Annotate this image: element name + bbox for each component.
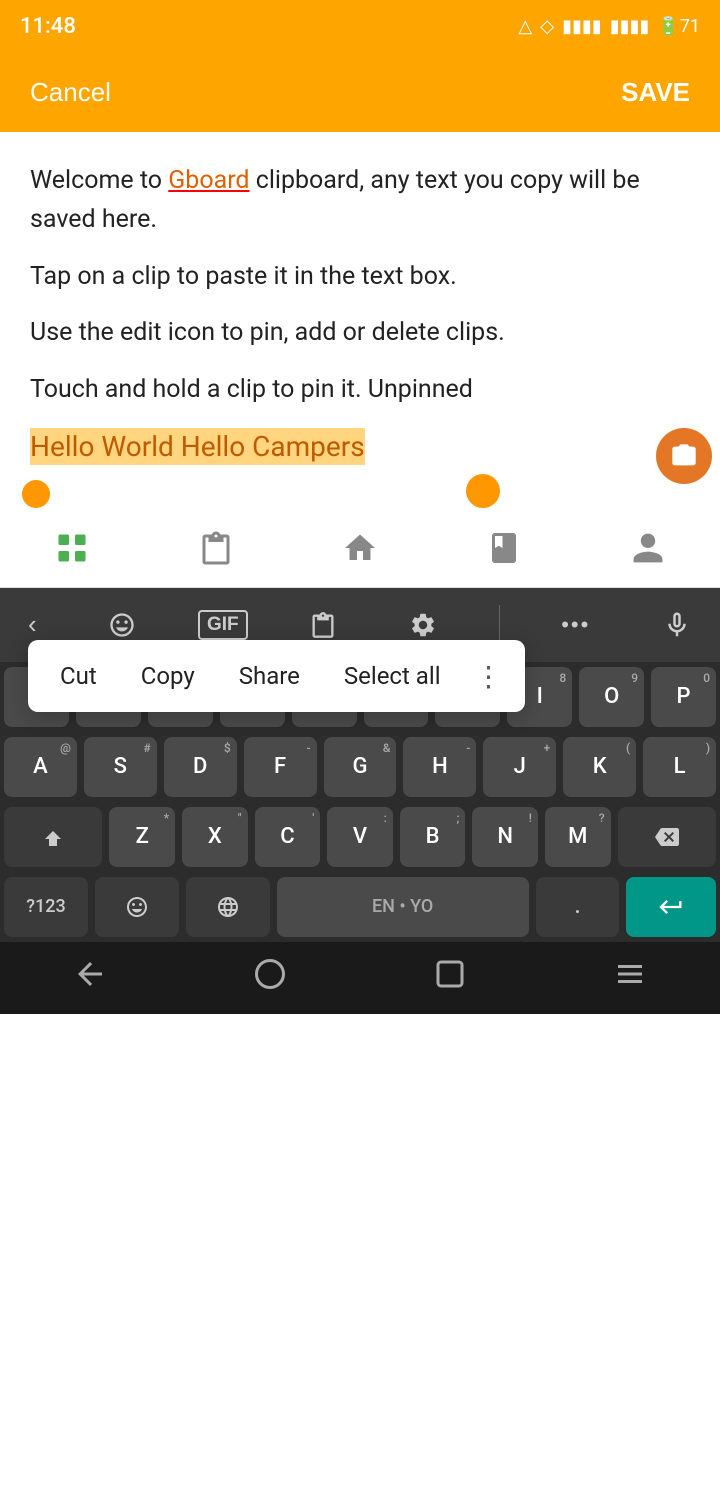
clipboard-button[interactable] (299, 605, 347, 645)
nav-clipboard[interactable] (198, 530, 234, 566)
battery-icon: 🔋71 (657, 16, 700, 37)
key-l[interactable]: L) (643, 737, 716, 797)
key-m[interactable]: M? (545, 807, 611, 867)
key-c[interactable]: C' (255, 807, 321, 867)
cursor-handle-left (22, 480, 50, 508)
more-button[interactable]: ••• (551, 606, 600, 644)
cut-button[interactable]: Cut (38, 640, 119, 712)
key-v[interactable]: V: (327, 807, 393, 867)
enter-key[interactable] (626, 877, 716, 937)
key-d[interactable]: D$ (164, 737, 237, 797)
cursor-handle-right (466, 474, 500, 508)
menu-nav-button[interactable] (612, 956, 648, 1000)
spacebar-key[interactable]: EN • YO (277, 877, 529, 937)
status-icons: △ ◇ ▮▮▮▮ ▮▮▮▮ 🔋71 (518, 16, 700, 37)
back-nav-button[interactable] (72, 956, 108, 1000)
emoji-button[interactable] (98, 605, 146, 645)
paragraph-2: Tap on a clip to paste it in the text bo… (30, 258, 690, 297)
alarm-icon: △ (518, 16, 532, 37)
key-a[interactable]: A@ (4, 737, 77, 797)
signal2-icon: ▮▮▮▮ (610, 16, 650, 37)
selected-text: Hello World Hello Campers (30, 428, 365, 465)
emoji-key[interactable] (95, 877, 179, 937)
status-time: 11:48 (20, 14, 76, 39)
keyboard-row-4: ?123 EN • YO . (0, 872, 720, 942)
keyboard-row-2: A@ S# D$ F- G& H- J+ K( L) (0, 732, 720, 802)
content-area: Welcome to Gboard clipboard, any text yo… (0, 132, 720, 420)
nav-apps[interactable] (54, 530, 90, 566)
cancel-button[interactable]: Cancel (30, 77, 111, 108)
globe-key[interactable] (186, 877, 270, 937)
select-all-button[interactable]: Select all (322, 640, 463, 712)
num-switch-key[interactable]: ?123 (4, 877, 88, 937)
key-k[interactable]: K( (563, 737, 636, 797)
key-x[interactable]: X" (182, 807, 248, 867)
keyboard-nav (0, 510, 720, 588)
camera-icon[interactable] (656, 428, 712, 484)
key-g[interactable]: G& (324, 737, 397, 797)
share-button[interactable]: Share (217, 640, 322, 712)
save-button[interactable]: SAVE (621, 77, 690, 108)
key-s[interactable]: S# (84, 737, 157, 797)
top-bar: Cancel SAVE (0, 52, 720, 132)
status-bar: 11:48 △ ◇ ▮▮▮▮ ▮▮▮▮ 🔋71 (0, 0, 720, 52)
mic-button[interactable] (652, 604, 702, 646)
key-o[interactable]: O9 (579, 667, 644, 727)
gif-button[interactable]: GIF (198, 610, 248, 640)
paragraph-4: Touch and hold a clip to pin it. Unpinne… (30, 371, 690, 410)
nav-home[interactable] (342, 530, 378, 566)
key-j[interactable]: J+ (483, 737, 556, 797)
period-key[interactable]: . (536, 877, 620, 937)
key-z[interactable]: Z* (109, 807, 175, 867)
key-f[interactable]: F- (244, 737, 317, 797)
recents-nav-button[interactable] (432, 956, 468, 1000)
backspace-key[interactable] (618, 807, 716, 867)
nav-book[interactable] (486, 530, 522, 566)
nav-person[interactable] (630, 530, 666, 566)
bottom-nav (0, 942, 720, 1014)
toolbar-divider (499, 605, 500, 645)
text-input-area[interactable]: Hello World Hello Campers (0, 420, 720, 510)
gboard-word: Gboard (168, 166, 249, 195)
key-b[interactable]: B; (400, 807, 466, 867)
signal-icon: ▮▮▮▮ (562, 16, 602, 37)
settings-button[interactable] (399, 605, 447, 645)
key-n[interactable]: N! (472, 807, 538, 867)
keyboard-row-3: Z* X" C' V: B; N! M? (0, 802, 720, 872)
more-options-button[interactable]: ⋮ (463, 660, 515, 693)
context-menu: Cut Copy Share Select all ⋮ (28, 640, 525, 712)
key-p[interactable]: P0 (651, 667, 716, 727)
shift-key[interactable] (4, 807, 102, 867)
copy-button[interactable]: Copy (119, 640, 217, 712)
home-nav-button[interactable] (252, 956, 288, 1000)
vpn-icon: ◇ (540, 16, 554, 37)
key-h[interactable]: H- (403, 737, 476, 797)
paragraph-1: Welcome to Gboard clipboard, any text yo… (30, 162, 690, 240)
paragraph-3: Use the edit icon to pin, add or delete … (30, 314, 690, 353)
